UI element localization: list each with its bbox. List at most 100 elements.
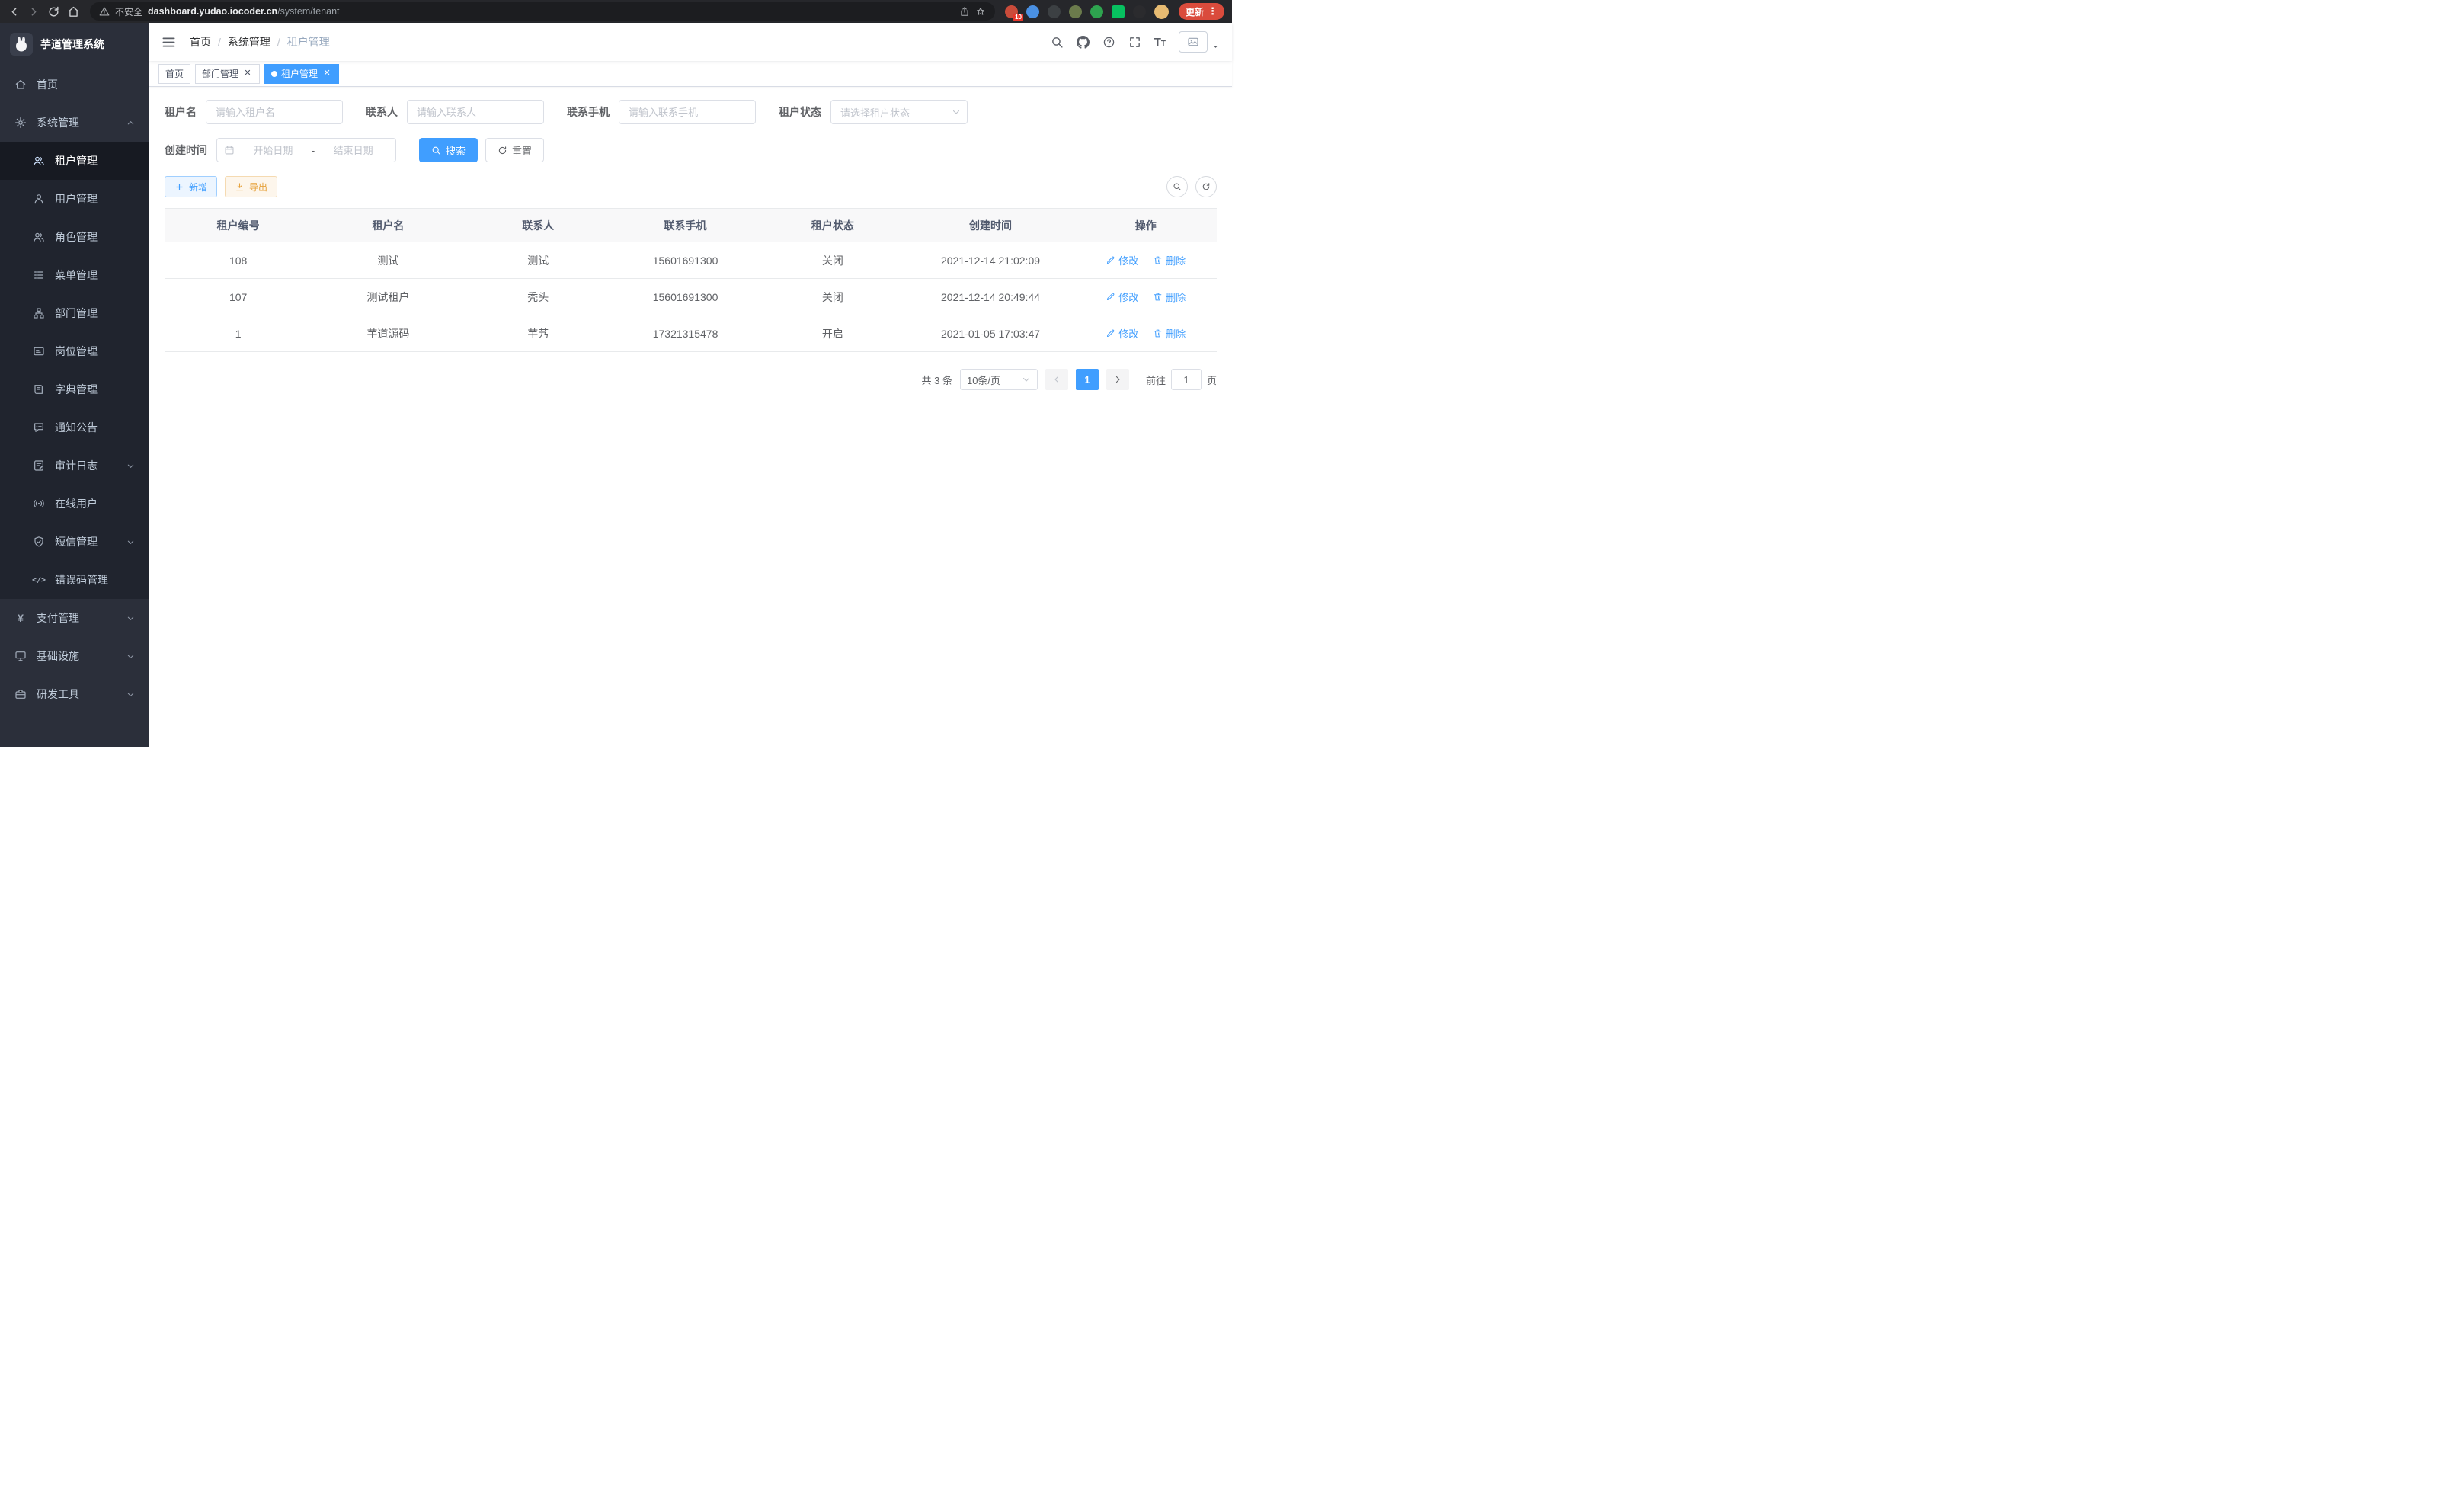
edit-link[interactable]: 修改 (1106, 326, 1138, 341)
sidebar-item-payment[interactable]: ¥ 支付管理 (0, 599, 149, 637)
extension-icon-4[interactable] (1069, 5, 1082, 18)
refresh-icon (498, 146, 507, 155)
update-label: 更新 (1186, 5, 1204, 18)
field-label: 联系人 (366, 104, 398, 120)
arrow-right-icon (1113, 375, 1122, 384)
help-icon[interactable] (1102, 36, 1115, 49)
tab-dept[interactable]: 部门管理 ✕ (195, 64, 260, 84)
hamburger-icon[interactable] (162, 35, 176, 50)
prev-page-button[interactable] (1045, 369, 1068, 390)
export-button[interactable]: 导出 (225, 176, 277, 197)
profile-avatar-icon[interactable] (1154, 5, 1169, 19)
reset-button[interactable]: 重置 (485, 138, 544, 162)
browser-update-button[interactable]: 更新 ⋮ (1179, 3, 1224, 20)
cell-contact: 测试 (465, 242, 612, 279)
home-icon (14, 78, 27, 91)
delete-link[interactable]: 删除 (1153, 326, 1186, 341)
url-host: dashboard.yudao.iocoder.cn (148, 6, 277, 17)
cell-phone: 17321315478 (612, 315, 759, 352)
font-size-icon[interactable]: TT (1154, 37, 1166, 48)
tab-home[interactable]: 首页 (158, 64, 190, 84)
extension-icon-6[interactable] (1112, 5, 1125, 18)
date-end-input[interactable] (318, 145, 389, 156)
add-button[interactable]: 新增 (165, 176, 217, 197)
header-search-icon[interactable] (1051, 36, 1064, 49)
chevron-down-icon (126, 538, 135, 546)
sidebar-item-online[interactable]: 在线用户 (0, 485, 149, 523)
sidebar-item-system[interactable]: 系统管理 (0, 104, 149, 142)
col-header-contact: 联系人 (465, 209, 612, 242)
sidebar-item-dict[interactable]: 字典管理 (0, 370, 149, 408)
back-icon[interactable] (8, 5, 21, 18)
next-page-button[interactable] (1106, 369, 1129, 390)
search-button[interactable]: 搜索 (419, 138, 478, 162)
date-range-picker[interactable]: - (216, 138, 396, 162)
address-bar[interactable]: 不安全 dashboard.yudao.iocoder.cn/system/te… (90, 2, 995, 21)
browser-menu-icon[interactable]: ⋮ (1208, 5, 1218, 18)
refresh-table-button[interactable] (1195, 176, 1217, 197)
sidebar-item-role[interactable]: 角色管理 (0, 218, 149, 256)
tab-close-icon[interactable]: ✕ (242, 69, 253, 79)
sidebar-item-errorcode[interactable]: </> 错误码管理 (0, 561, 149, 599)
table-row: 107 测试租户 秃头 15601691300 关闭 2021-12-14 20… (165, 279, 1217, 315)
fullscreen-icon[interactable] (1128, 36, 1141, 49)
chevron-down-icon (126, 614, 135, 623)
sidebar-item-home[interactable]: 首页 (0, 66, 149, 104)
forward-icon[interactable] (27, 5, 40, 18)
sidebar-item-label: 系统管理 (37, 115, 79, 130)
breadcrumb-current: 租户管理 (287, 34, 330, 50)
sidebar-item-devtools[interactable]: 研发工具 (0, 675, 149, 713)
reload-icon[interactable] (47, 5, 60, 18)
sidebar-item-label: 用户管理 (55, 191, 98, 206)
extension-icon-5[interactable] (1090, 5, 1103, 18)
sidebar-item-dept[interactable]: 部门管理 (0, 294, 149, 332)
contact-input[interactable] (408, 101, 543, 123)
sidebar-item-sms[interactable]: 短信管理 (0, 523, 149, 561)
delete-link[interactable]: 删除 (1153, 253, 1186, 267)
sidebar-item-tenant[interactable]: 租户管理 (0, 142, 149, 180)
pagination-goto: 前往 页 (1146, 369, 1217, 390)
sidebar-item-infrastructure[interactable]: 基础设施 (0, 637, 149, 675)
col-header-status: 租户状态 (759, 209, 906, 242)
edit-link[interactable]: 修改 (1106, 253, 1138, 267)
monitor-icon (14, 650, 27, 662)
browser-home-icon[interactable] (67, 5, 80, 18)
not-secure-label: 不安全 (115, 5, 142, 18)
breadcrumb-home[interactable]: 首页 (190, 34, 211, 50)
breadcrumb-system[interactable]: 系统管理 (228, 34, 270, 50)
users-icon (33, 155, 45, 167)
sidebar-item-label: 字典管理 (55, 382, 98, 397)
tab-close-icon[interactable]: ✕ (322, 69, 332, 79)
sidebar-item-user[interactable]: 用户管理 (0, 180, 149, 218)
status-select[interactable]: 请选择租户状态 (830, 100, 968, 124)
extension-icon-2[interactable] (1026, 5, 1039, 18)
page-size-select[interactable]: 10条/页 (960, 369, 1038, 390)
share-icon[interactable] (959, 6, 970, 17)
toggle-search-button[interactable] (1166, 176, 1188, 197)
extension-icon-1[interactable]: 10 (1005, 5, 1018, 18)
sidebar-item-audit[interactable]: 审计日志 (0, 447, 149, 485)
bookmark-star-icon[interactable] (975, 6, 986, 17)
github-icon[interactable] (1077, 36, 1090, 49)
goto-page-input[interactable] (1171, 369, 1202, 390)
extension-icon-3[interactable] (1048, 5, 1061, 18)
edit-link[interactable]: 修改 (1106, 290, 1138, 304)
extension-icon-7[interactable] (1133, 5, 1146, 18)
sidebar-item-menu[interactable]: 菜单管理 (0, 256, 149, 294)
logo[interactable]: 芋道管理系统 (0, 23, 149, 66)
sidebar-item-label: 租户管理 (55, 153, 98, 168)
screen: 不安全 dashboard.yudao.iocoder.cn/system/te… (0, 0, 1232, 748)
tenant-name-input[interactable] (206, 101, 342, 123)
not-secure-warning-icon[interactable] (99, 6, 110, 17)
date-start-input[interactable] (238, 145, 309, 156)
cell-name: 测试租户 (312, 279, 464, 315)
sidebar-item-notice[interactable]: 通知公告 (0, 408, 149, 447)
delete-link[interactable]: 删除 (1153, 290, 1186, 304)
page-number-1[interactable]: 1 (1076, 369, 1099, 390)
phone-input[interactable] (619, 101, 755, 123)
sidebar-item-post[interactable]: 岗位管理 (0, 332, 149, 370)
app-title: 芋道管理系统 (40, 37, 104, 52)
user-avatar-menu[interactable] (1179, 31, 1220, 53)
tab-tenant[interactable]: 租户管理 ✕ (264, 64, 339, 84)
select-placeholder: 请选择租户状态 (831, 105, 910, 120)
